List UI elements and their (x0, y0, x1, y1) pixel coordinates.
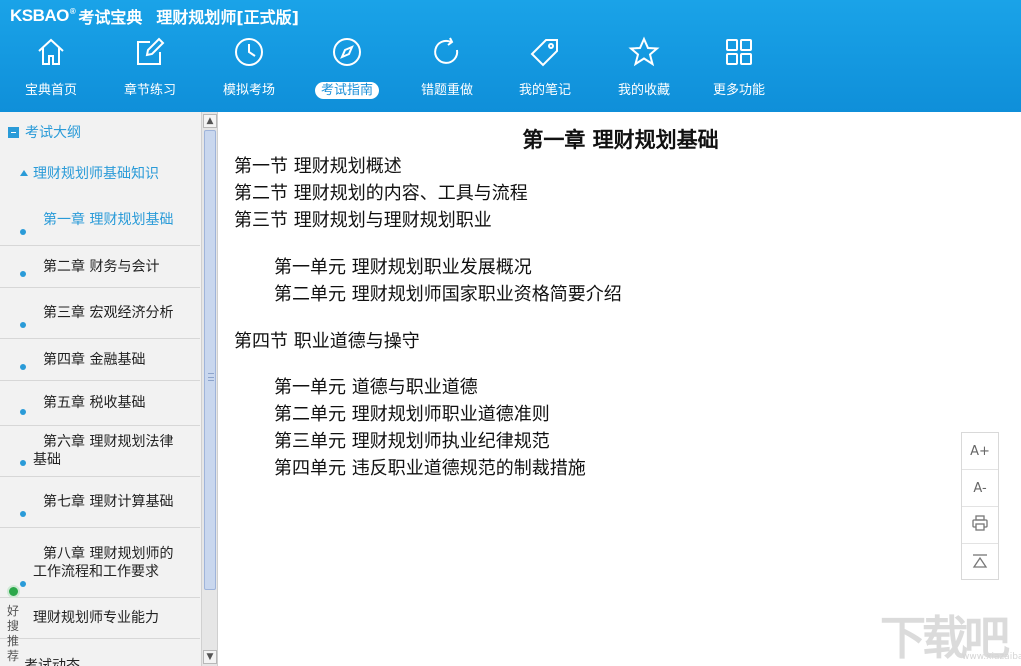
outline-section-professional[interactable]: 理财规划师专业能力 (0, 598, 200, 639)
outline-section-basics[interactable]: 理财规划师基础知识 (0, 152, 200, 194)
nav-my-favorites-label: 我的收藏 (617, 83, 670, 98)
brand-chinese-name: 考试宝典 (78, 8, 143, 27)
nav-my-favorites[interactable]: 我的收藏 (599, 32, 689, 110)
section-line: 第一节 理财规划概述 (234, 156, 402, 177)
title-bar: KSBAO® 考试宝典 理财规划师[正式版] (10, 4, 299, 28)
brand-logo: KSBAO® (10, 6, 76, 26)
sidebar-item-chapter-6[interactable]: 第六章 理财规划法律基础 (0, 426, 200, 477)
nav-mock-exam[interactable]: 模拟考场 (204, 32, 294, 110)
sidebar-item-label: 第四章 金融基础 (43, 351, 146, 368)
edit-icon (134, 36, 166, 68)
compass-icon (331, 36, 363, 68)
bullet-icon (20, 460, 26, 466)
sidebar-item-chapter-2[interactable]: 第二章 财务与会计 (0, 246, 200, 288)
outline-section-exam-news[interactable]: 考试动态 (0, 639, 200, 666)
home-icon (35, 36, 67, 68)
back-to-top-icon (971, 552, 989, 574)
outline-section-label: 理财规划师基础知识 (33, 166, 159, 182)
bullet-icon (20, 229, 26, 235)
recommend-widget[interactable]: 好搜推荐 (0, 578, 26, 666)
sidebar-item-chapter-1[interactable]: 第一章 理财规划基础 (0, 194, 200, 246)
print-button[interactable] (962, 507, 998, 544)
unit-line: 第四单元 违反职业道德规范的制裁措施 (274, 458, 586, 479)
scroll-up-icon[interactable]: ▲ (203, 114, 217, 128)
bullet-icon (20, 364, 26, 370)
clock-icon (233, 36, 265, 68)
sidebar-item-label: 第六章 理财规划法律基础 (33, 434, 174, 468)
chapter-title: 第一章 理财规划基础 (522, 128, 719, 152)
section-line: 第四节 职业道德与操守 (234, 331, 420, 352)
bullet-icon (20, 271, 26, 277)
sidebar-item-chapter-3[interactable]: 第三章 宏观经济分析 (0, 288, 200, 339)
watermark-logo: 下载吧 www.xiazaiba.com (880, 602, 1021, 665)
sidebar-item-label: 第五章 税收基础 (43, 395, 146, 411)
nav-my-notes[interactable]: 我的笔记 (500, 32, 590, 110)
grid-icon (723, 36, 755, 68)
app-header: KSBAO® 考试宝典 理财规划师[正式版] 宝典首页 章节练习 模拟考场 考试… (0, 0, 1021, 112)
sidebar-item-chapter-7[interactable]: 第七章 理财计算基础 (0, 477, 200, 528)
nav-more-functions[interactable]: 更多功能 (694, 32, 784, 110)
nav-my-notes-label: 我的笔记 (518, 83, 571, 98)
sidebar-item-chapter-4[interactable]: 第四章 金融基础 (0, 339, 200, 381)
outline-section-label: 考试动态 (24, 658, 80, 666)
section-line: 第三节 理财规划与理财规划职业 (234, 210, 492, 231)
unit-line: 第二单元 理财规划师国家职业资格简要介绍 (274, 284, 622, 305)
nav-more-functions-label: 更多功能 (712, 83, 765, 98)
print-icon (971, 514, 989, 536)
brand-registered-mark: ® (69, 7, 76, 17)
brand-text: KSBAO (10, 6, 69, 25)
sidebar-item-label: 第三章 宏观经济分析 (43, 305, 174, 321)
unit-line: 第二单元 理财规划师职业道德准则 (274, 404, 550, 425)
outline-tree: 考试大纲 理财规划师基础知识 第一章 理财规划基础 第二章 财务与会计 第三章 … (0, 112, 200, 666)
sidebar-item-chapter-5[interactable]: 第五章 税收基础 (0, 381, 200, 426)
scroll-thumb[interactable] (204, 130, 216, 590)
sidebar-item-chapter-8[interactable]: 第八章 理财规划师的工作流程和工作要求 (0, 528, 200, 598)
sidebar-item-label: 第八章 理财规划师的工作流程和工作要求 (33, 545, 174, 580)
reading-tools: A+ A- (961, 432, 999, 580)
nav-home[interactable]: 宝典首页 (6, 32, 96, 110)
scroll-grip-icon (208, 373, 214, 381)
unit-line: 第三单元 理财规划师执业纪律规范 (274, 431, 550, 452)
collapse-icon[interactable] (8, 126, 19, 138)
outline-sidebar: 考试大纲 理财规划师基础知识 第一章 理财规划基础 第二章 财务与会计 第三章 … (0, 112, 218, 666)
outline-root[interactable]: 考试大纲 (0, 112, 200, 152)
star-icon (628, 36, 660, 68)
nav-chapter-practice[interactable]: 章节练习 (105, 32, 195, 110)
nav-wrong-redo-label: 错题重做 (420, 83, 473, 98)
recommend-status-icon (7, 585, 20, 598)
outline-root-label: 考试大纲 (25, 125, 81, 141)
back-to-top-button[interactable] (962, 544, 998, 581)
recommend-label: 好搜推荐 (6, 604, 19, 663)
guide-content: 第一章 理财规划基础 第一节 理财规划概述 第二节 理财规划的内容、工具与流程 … (220, 112, 1021, 666)
font-decrease-button[interactable]: A- (962, 470, 998, 507)
unit-line: 第一单元 道德与职业道德 (274, 377, 478, 398)
sidebar-item-label: 第七章 理财计算基础 (43, 494, 174, 510)
bullet-icon (20, 322, 26, 328)
sidebar-item-label: 第一章 理财规划基础 (43, 211, 174, 228)
bullet-icon (20, 409, 26, 415)
scroll-down-icon[interactable]: ▼ (203, 650, 217, 664)
nav-exam-guide-label: 考试指南 (302, 82, 392, 100)
app-title: 理财规划师[正式版] (156, 8, 299, 27)
watermark-url: www.xiazaiba.com (962, 652, 1021, 662)
triangle-up-icon (20, 170, 28, 176)
sidebar-scrollbar[interactable]: ▲ ▼ (201, 112, 217, 666)
nav-wrong-redo[interactable]: 错题重做 (402, 32, 492, 110)
outline-section-label: 理财规划师专业能力 (33, 610, 159, 626)
tag-icon (529, 36, 561, 68)
sidebar-item-label: 第二章 财务与会计 (43, 258, 160, 275)
nav-exam-guide[interactable]: 考试指南 (302, 32, 392, 110)
nav-chapter-practice-label: 章节练习 (123, 83, 176, 98)
refresh-icon (431, 36, 463, 68)
unit-line: 第一单元 理财规划职业发展概况 (274, 257, 532, 278)
font-increase-button[interactable]: A+ (962, 433, 998, 470)
section-line: 第二节 理财规划的内容、工具与流程 (234, 183, 528, 204)
bullet-icon (20, 511, 26, 517)
nav-home-label: 宝典首页 (24, 83, 77, 98)
nav-mock-exam-label: 模拟考场 (222, 83, 275, 98)
